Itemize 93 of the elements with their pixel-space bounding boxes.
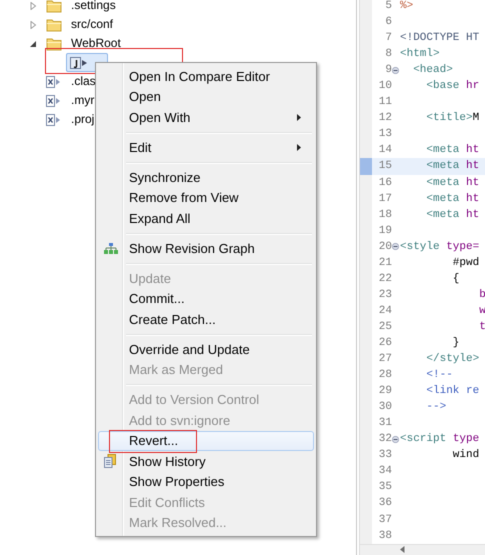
code-line: <title>M xyxy=(425,112,480,124)
tree-item[interactable]: src/conf xyxy=(69,16,116,33)
code-line: %> xyxy=(400,0,414,12)
code-line: wind xyxy=(452,449,480,462)
code-line: </style> xyxy=(425,353,480,366)
line-number: 21 xyxy=(378,256,392,269)
code-line: <meta ht xyxy=(425,160,480,172)
code-line: <script type xyxy=(400,433,480,446)
line-number: 38 xyxy=(378,530,392,542)
line-number: 9 xyxy=(384,64,392,76)
code-line: <link re xyxy=(425,385,480,398)
line-number: 27 xyxy=(378,353,392,366)
line-number: 15 xyxy=(378,160,392,172)
tree-item[interactable]: .settings xyxy=(69,0,118,14)
menu-item[interactable]: Revert... xyxy=(98,430,314,451)
line-number: 11 xyxy=(378,96,392,108)
menu-item[interactable]: Open With xyxy=(98,107,314,128)
code-line: <meta ht xyxy=(425,192,480,205)
tree-item[interactable]: .myr xyxy=(69,92,96,109)
documents-icon xyxy=(104,454,116,468)
code-line: #pwd xyxy=(452,256,480,269)
collapsed-arrow-icon[interactable] xyxy=(29,2,37,10)
line-number: 20 xyxy=(378,240,392,253)
code-line: <base hr xyxy=(425,80,480,92)
folder-icon xyxy=(46,0,62,12)
menu-item[interactable]: Override and Update xyxy=(98,339,314,360)
line-number: 6 xyxy=(384,16,392,28)
line-number: 17 xyxy=(378,192,392,205)
line-number: 19 xyxy=(378,224,392,237)
line-number: 28 xyxy=(378,369,392,382)
menu-item[interactable]: Remove from View xyxy=(98,188,314,208)
code-line: { xyxy=(452,272,460,285)
code-line: --> xyxy=(425,401,446,414)
collapse-icon[interactable] xyxy=(392,436,399,443)
line-number: 30 xyxy=(378,401,392,414)
code-line: <!DOCTYPE HT xyxy=(400,32,480,44)
collapse-icon[interactable] xyxy=(392,66,399,74)
code-line: <html> xyxy=(400,48,440,60)
menu-item[interactable]: Commit... xyxy=(98,288,314,309)
folder-icon xyxy=(46,18,62,32)
code-line: b xyxy=(478,288,485,301)
line-number: 31 xyxy=(378,417,392,430)
line-number: 5 xyxy=(384,0,392,12)
line-number: 36 xyxy=(378,497,392,510)
code-line: <head> xyxy=(412,64,453,76)
line-number: 8 xyxy=(384,48,392,60)
menu-item[interactable]: Expand All xyxy=(98,208,314,228)
folder-icon xyxy=(46,36,62,50)
line-number: 37 xyxy=(378,514,392,526)
line-number: 35 xyxy=(378,481,392,494)
code-line: <meta ht xyxy=(425,144,480,156)
code-line: <meta ht xyxy=(425,208,480,221)
line-number: 13 xyxy=(378,128,392,140)
line-number: 26 xyxy=(378,337,392,349)
line-number: 18 xyxy=(378,208,392,221)
line-number: 10 xyxy=(378,80,392,92)
xml-file-icon xyxy=(46,74,62,88)
scroll-left-icon[interactable] xyxy=(400,546,405,554)
line-number: 22 xyxy=(378,272,392,285)
line-number: 25 xyxy=(378,320,392,333)
line-number: 29 xyxy=(378,385,392,398)
tree-item[interactable]: .proj xyxy=(69,111,96,128)
code-line: } xyxy=(452,337,460,349)
line-number: 16 xyxy=(378,176,392,189)
menu-item[interactable]: Edit xyxy=(98,137,314,158)
xml-file-icon xyxy=(46,94,62,108)
expanded-arrow-icon[interactable] xyxy=(29,40,37,48)
menu-item[interactable]: Show Revision Graph xyxy=(98,238,314,258)
line-number: 32 xyxy=(378,433,392,446)
line-number: 7 xyxy=(384,32,392,44)
menu-item[interactable]: Open xyxy=(98,86,314,107)
collapse-icon[interactable] xyxy=(392,243,399,250)
collapsed-arrow-icon[interactable] xyxy=(29,20,37,28)
code-line: <!-- xyxy=(425,369,453,382)
code-line: <style type= xyxy=(400,240,480,253)
xml-file-icon xyxy=(46,112,62,126)
code-line: t xyxy=(478,320,485,333)
tree-item[interactable]: WebRoot xyxy=(69,35,123,52)
line-number: 34 xyxy=(378,465,392,478)
menu-item[interactable]: Show History xyxy=(98,451,314,472)
line-number: 14 xyxy=(378,144,392,156)
menu-item[interactable]: Show Properties xyxy=(98,472,314,492)
menu-item[interactable]: Create Patch... xyxy=(98,309,314,330)
line-number: 12 xyxy=(378,112,392,124)
code-line: <meta ht xyxy=(425,176,480,189)
hierarchy-icon xyxy=(104,242,118,254)
line-number: 23 xyxy=(378,288,392,301)
menu-item[interactable]: Synchronize xyxy=(98,167,314,188)
line-number: 33 xyxy=(378,449,392,462)
horizontal-scrollbar[interactable] xyxy=(360,544,485,555)
tree-item[interactable]: .clas xyxy=(69,73,98,90)
line-number: 24 xyxy=(378,304,392,317)
menu-item[interactable]: Open In Compare Editor xyxy=(98,66,314,86)
